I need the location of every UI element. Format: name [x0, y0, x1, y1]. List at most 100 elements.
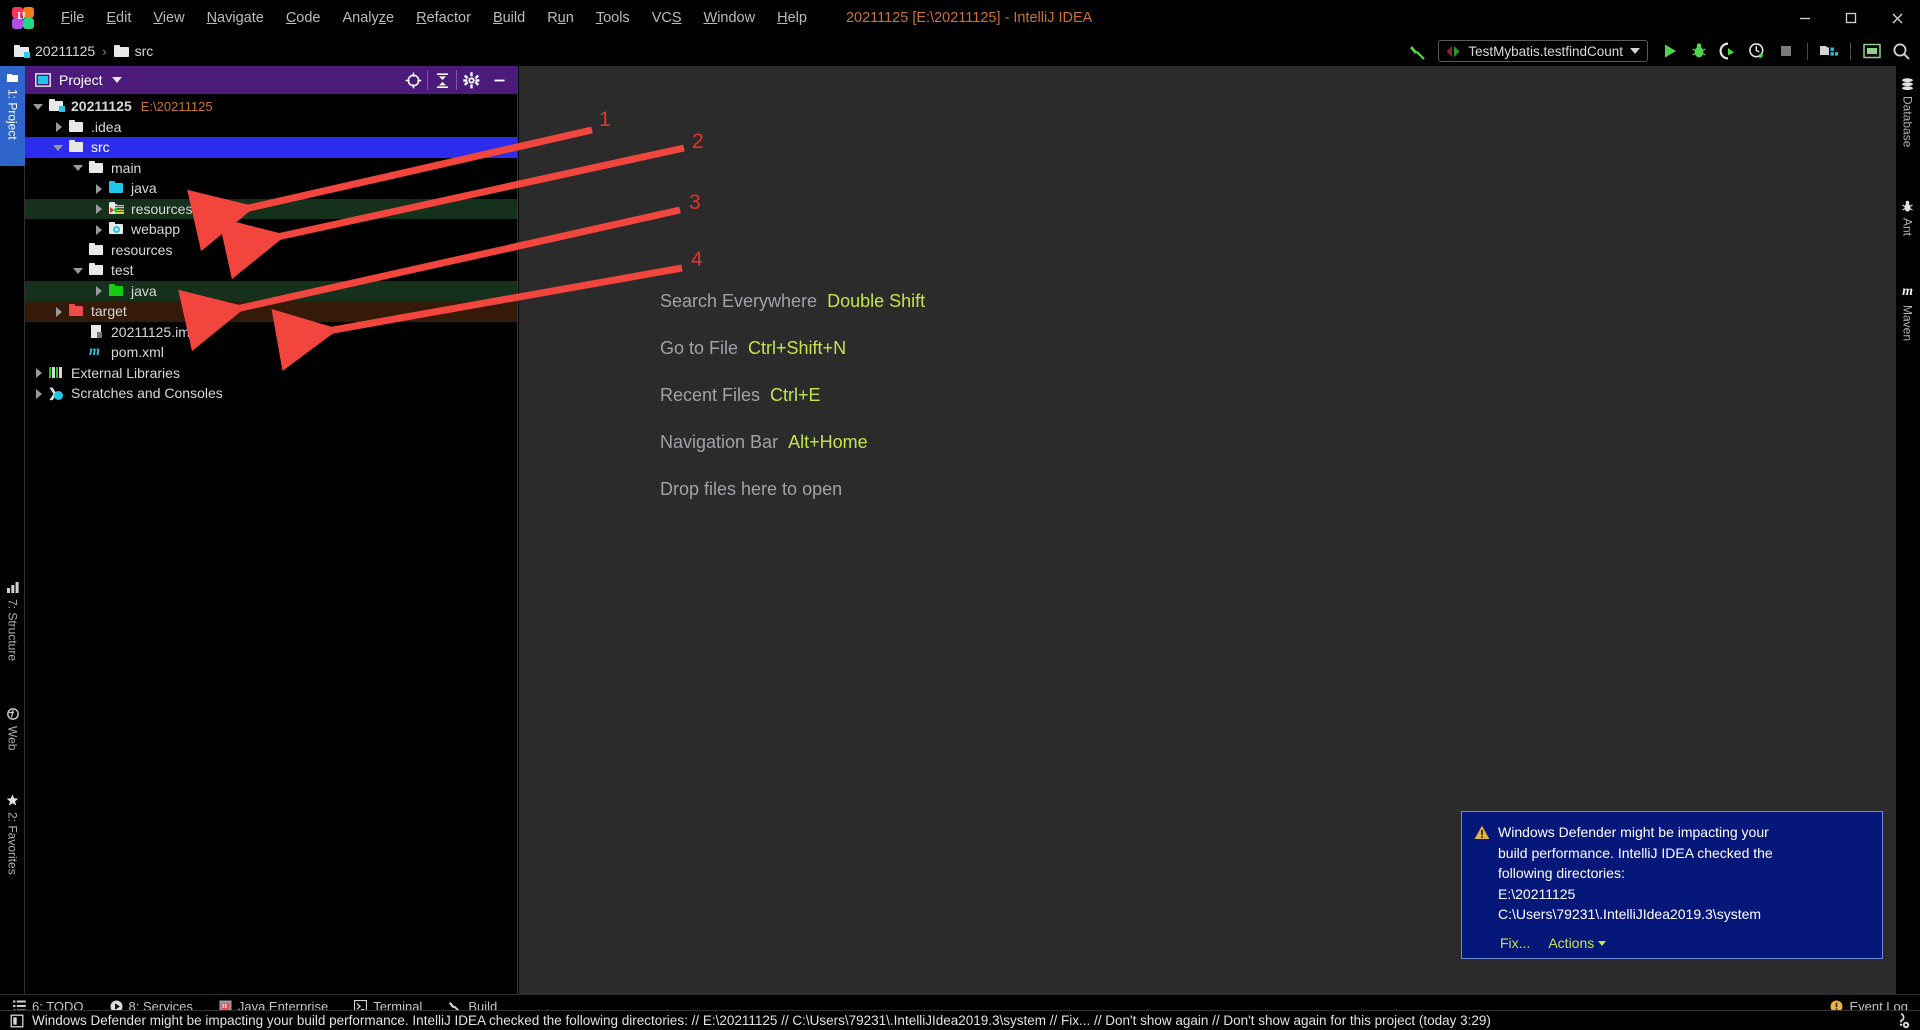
chevron-down-icon[interactable]	[53, 142, 64, 153]
chevron-right-icon[interactable]	[93, 203, 104, 215]
chevron-right-icon[interactable]	[33, 367, 44, 379]
notification-balloon[interactable]: Windows Defender might be impacting your…	[1461, 811, 1883, 959]
hide-panel-button[interactable]	[485, 67, 513, 93]
maximize-button[interactable]	[1828, 0, 1874, 36]
tree-node-pom-xml[interactable]: m pom.xml	[25, 342, 517, 363]
window-title: 20211125 [E:\20211125] - IntelliJ IDEA	[845, 10, 1093, 26]
chevron-down-icon[interactable]	[33, 101, 44, 112]
tree-node-resources[interactable]: resources	[25, 240, 517, 261]
structure-icon	[6, 582, 19, 593]
menu-item-tools[interactable]: Tools	[585, 6, 641, 30]
chevron-down-icon[interactable]	[111, 77, 122, 83]
tree-node-resources[interactable]: resources	[25, 198, 517, 219]
menu-item-edit[interactable]: Edit	[95, 6, 142, 30]
menu-item-file[interactable]: File	[50, 6, 95, 30]
shortcut-hint-search-everywhere: Search Everywhere Double Shift	[660, 291, 925, 312]
chevron-right-icon[interactable]	[53, 121, 64, 133]
help-settings-icon[interactable]	[1893, 1012, 1910, 1029]
module-folder-icon	[48, 99, 65, 113]
chevron-right-icon[interactable]	[53, 306, 64, 317]
breadcrumb-item-project[interactable]: 20211125	[35, 43, 95, 59]
tree-node-20211125-iml[interactable]: 20211125.iml	[25, 322, 517, 343]
menu-item-vcs[interactable]: VCS	[641, 6, 693, 30]
tree-node-src[interactable]: src	[25, 137, 517, 158]
notification-icon[interactable]	[10, 1014, 24, 1028]
tree-node-path: E:\20211125	[140, 98, 213, 114]
toggle-terminal-button[interactable]	[1859, 39, 1885, 63]
project-structure-button[interactable]	[1816, 39, 1842, 63]
sidebar-item-web[interactable]: Web	[0, 702, 25, 774]
minimize-button[interactable]	[1782, 0, 1828, 36]
sidebar-item-ant[interactable]: Ant	[1895, 194, 1920, 256]
menu-item-code[interactable]: Code	[275, 6, 332, 30]
chevron-right-icon[interactable]	[33, 388, 44, 399]
menu-item-analyze[interactable]: Analyze	[332, 6, 406, 30]
sidebar-item-maven[interactable]: m Maven	[1895, 278, 1920, 363]
tree-node-scratches-and-consoles[interactable]: ❯ Scratches and Consoles	[25, 383, 517, 404]
test-source-root-folder-icon	[108, 283, 125, 298]
notification-fix-link[interactable]: Fix...	[1500, 933, 1530, 954]
notification-line-5: C:\Users\79231\.IntelliJIdea2019.3\syste…	[1498, 906, 1762, 922]
tree-node-external-libraries[interactable]: External Libraries	[25, 363, 517, 384]
shortcut-hint-recent-files: Recent Files Ctrl+E	[660, 385, 925, 406]
warning-triangle-icon	[1474, 825, 1490, 925]
sidebar-item-database[interactable]: Database	[1895, 72, 1920, 172]
menu-item-refactor[interactable]: Refactor	[405, 6, 482, 30]
menu-bar: File Edit View Navigate Code Analyze Refactor B…	[50, 6, 818, 30]
run-button[interactable]	[1657, 39, 1683, 63]
notification-text: Windows Defender might be impacting your…	[1498, 822, 1773, 925]
sidebar-item-project[interactable]: 1: Project	[0, 66, 25, 166]
tree-node-java[interactable]: java	[25, 178, 517, 199]
sidebar-item-structure[interactable]: 7: Structure	[0, 576, 25, 686]
star-icon	[6, 794, 19, 806]
search-everywhere-button[interactable]	[1888, 39, 1914, 63]
gear-icon[interactable]	[457, 67, 485, 93]
tree-node-20211125[interactable]: 20211125 E:\20211125	[25, 96, 517, 117]
chevron-right-icon[interactable]	[93, 224, 104, 235]
breadcrumb[interactable]: 20211125 › src	[14, 43, 153, 59]
tree-node-java[interactable]: java	[25, 280, 517, 301]
run-with-coverage-button[interactable]	[1715, 39, 1741, 63]
notification-actions-link[interactable]: Actions	[1548, 933, 1607, 954]
select-opened-file-button[interactable]	[399, 67, 427, 93]
chevron-right-icon[interactable]	[93, 183, 104, 194]
collapse-all-button[interactable]	[428, 67, 456, 93]
tree-node-target[interactable]: target	[25, 301, 517, 322]
ant-icon	[1901, 200, 1914, 213]
chevron-right-icon[interactable]	[93, 285, 104, 297]
sidebar-item-ant-label: Ant	[1900, 218, 1915, 237]
shortcut-key: Alt+Home	[788, 432, 868, 452]
chevron-down-icon[interactable]	[1630, 48, 1640, 54]
tree-node-label: webapp	[131, 221, 181, 238]
debug-button[interactable]	[1686, 39, 1712, 63]
status-bar-message: Windows Defender might be impacting your…	[32, 1013, 1491, 1028]
sidebar-item-favorites[interactable]: 2: Favorites	[0, 788, 25, 903]
run-configuration-selector[interactable]: TestMybatis.testfindCount	[1438, 40, 1648, 62]
close-button[interactable]	[1874, 0, 1920, 36]
hammer-icon[interactable]	[1405, 39, 1431, 63]
menu-item-run[interactable]: Run	[536, 6, 585, 30]
menu-item-view[interactable]: View	[142, 6, 195, 30]
breadcrumb-item-src[interactable]: src	[135, 43, 154, 59]
tree-node--idea[interactable]: .idea	[25, 117, 517, 138]
toolbar-separator	[1807, 42, 1808, 60]
menu-item-navigate[interactable]: Navigate	[196, 6, 275, 30]
menu-item-window[interactable]: Window	[693, 6, 767, 30]
tree-node-label: java	[131, 180, 157, 197]
stop-button[interactable]	[1773, 39, 1799, 63]
menu-item-help[interactable]: Help	[766, 6, 818, 30]
tree-node-label: java	[131, 282, 157, 299]
tree-node-label: main	[111, 159, 142, 176]
profile-button[interactable]	[1744, 39, 1770, 63]
breadcrumb-separator: ›	[102, 43, 107, 59]
run-config-icon	[1446, 45, 1460, 57]
chevron-down-icon[interactable]	[73, 265, 84, 276]
tree-node-test[interactable]: test	[25, 260, 517, 281]
tree-node-webapp[interactable]: webapp	[25, 219, 517, 240]
sidebar-item-favorites-label: 2: Favorites	[5, 812, 20, 875]
editor-shortcuts-hints: Search Everywhere Double Shift Go to File C…	[660, 291, 925, 526]
menu-item-build[interactable]: Build	[482, 6, 536, 30]
chevron-down-icon[interactable]	[73, 162, 84, 173]
tree-node-main[interactable]: main	[25, 158, 517, 179]
